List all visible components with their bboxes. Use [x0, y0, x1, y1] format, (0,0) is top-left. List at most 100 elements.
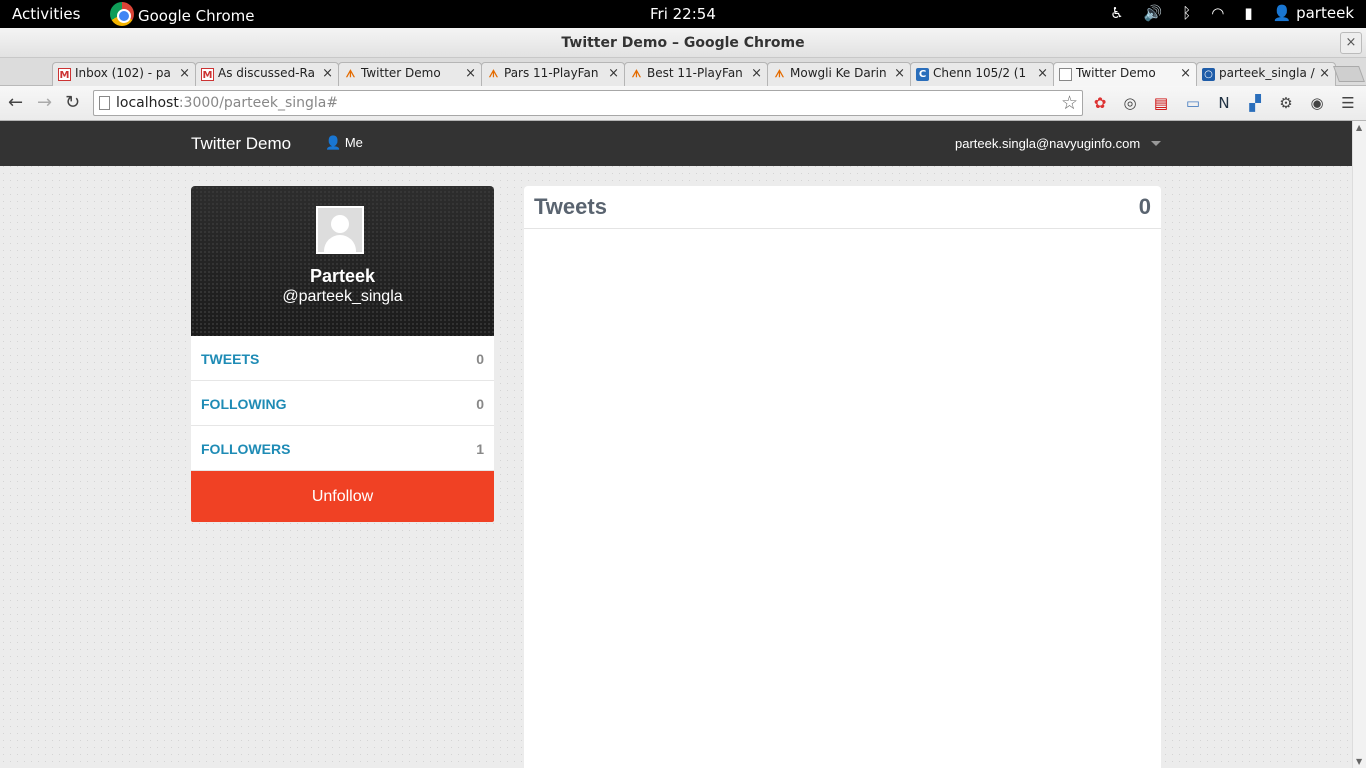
tab-1[interactable]: M Inbox (102) - pa × [52, 62, 196, 86]
playfantasy-icon: ᗑ [631, 69, 642, 80]
stat-following[interactable]: FOLLOWING 0 [191, 381, 494, 426]
page-viewport: Twitter Demo 👤 Me parteek.singla@navyugi… [0, 121, 1352, 776]
tab-label: Pars 11-PlayFan [504, 66, 599, 80]
tweets-panel-header: Tweets 0 [524, 186, 1161, 229]
tab-4[interactable]: ᗑ Pars 11-PlayFan × [481, 62, 625, 86]
chrome-menu-icon[interactable]: ☰ [1338, 93, 1358, 113]
window-title-bar: Twitter Demo – Google Chrome × [0, 28, 1366, 58]
chrome-icon [110, 2, 134, 26]
tab-9[interactable]: ○ parteek_singla / × [1196, 62, 1336, 86]
vertical-scrollbar[interactable]: ▲ ▼ [1352, 121, 1366, 768]
film-extension-icon[interactable]: ◎ [1120, 93, 1140, 113]
close-tab-icon[interactable]: × [322, 66, 333, 81]
url-host: localhost [116, 95, 179, 111]
address-bar[interactable]: localhost:3000/parteek_singla# ☆ [93, 90, 1083, 116]
stat-label: FOLLOWING [201, 396, 287, 412]
profile-name: Parteek [309, 266, 376, 286]
tab-label: Best 11-PlayFan [647, 66, 743, 80]
profile-handle: @parteek_singla [282, 288, 403, 305]
system-top-bar: Activities Google Chrome Fri 22:54 ♿ 🔊 ᛒ… [0, 0, 1366, 28]
tab-7[interactable]: C Chenn 105/2 (1 × [910, 62, 1054, 86]
browser-toolbar: ← → ↻ localhost:3000/parteek_singla# ☆ ✿… [0, 86, 1366, 121]
tab-label: Mowgli Ke Darin [790, 66, 887, 80]
tab-2[interactable]: M As discussed-Ra × [195, 62, 339, 86]
gmail-icon: M [201, 68, 214, 81]
battery-icon[interactable]: ▮ [1244, 4, 1252, 22]
window-title: Twitter Demo – Google Chrome [561, 35, 805, 51]
stat-tweets[interactable]: TWEETS 0 [191, 336, 494, 381]
avatar[interactable] [316, 206, 364, 254]
close-tab-icon[interactable]: × [751, 66, 762, 81]
screenshot-extension-icon[interactable]: ▭ [1183, 93, 1203, 113]
wifi-icon[interactable]: ◠ [1211, 4, 1224, 22]
forward-icon[interactable]: → [37, 92, 52, 113]
tweets-heading: Tweets [534, 194, 607, 219]
playfantasy-icon: ᗑ [774, 69, 785, 80]
scroll-up-icon[interactable]: ▲ [1356, 123, 1362, 132]
close-tab-icon[interactable]: × [465, 66, 476, 81]
activities-button[interactable]: Activities [12, 5, 80, 23]
tab-label: parteek_singla / [1219, 66, 1315, 80]
stat-followers[interactable]: FOLLOWERS 1 [191, 426, 494, 471]
site-icon: ○ [1202, 68, 1215, 81]
brand-link[interactable]: Twitter Demo [191, 134, 291, 154]
stat-count: 0 [476, 396, 484, 412]
tweets-panel: Tweets 0 [524, 186, 1161, 776]
stat-count: 1 [476, 441, 484, 457]
scroll-down-icon[interactable]: ▼ [1356, 757, 1362, 766]
tab-6[interactable]: ᗑ Mowgli Ke Darin × [767, 62, 911, 86]
stat-label: FOLLOWERS [201, 441, 291, 457]
tab-label: Twitter Demo [361, 66, 441, 80]
profile-header: Parteek @parteek_singla [191, 186, 494, 336]
chevron-down-icon[interactable] [1151, 141, 1161, 146]
accessibility-icon[interactable]: ♿ [1110, 4, 1123, 22]
user-dropdown[interactable]: parteek.singla@navyuginfo.com [955, 136, 1140, 151]
tab-label: Twitter Demo [1076, 66, 1156, 80]
delicious-extension-icon[interactable]: ▞ [1245, 93, 1265, 113]
color-picker-extension-icon[interactable]: ✿ [1090, 93, 1110, 113]
volume-icon[interactable]: 🔊 [1144, 4, 1163, 22]
tab-label: As discussed-Ra [218, 66, 315, 80]
gmail-icon: M [58, 68, 71, 81]
tab-3[interactable]: ᗑ Twitter Demo × [338, 62, 482, 86]
new-tab-button[interactable] [1333, 66, 1365, 82]
url-path: :3000/parteek_singla# [178, 95, 339, 111]
close-tab-icon[interactable]: × [894, 66, 905, 81]
nav-me-link[interactable]: 👤 Me [325, 135, 363, 151]
unfollow-button[interactable]: Unfollow [191, 471, 494, 522]
page-info-icon[interactable] [99, 96, 110, 110]
incognito-mask-icon[interactable]: ◉ [1307, 93, 1327, 113]
app-menu[interactable]: Google Chrome [110, 2, 255, 26]
bluetooth-icon[interactable]: ᛒ [1182, 4, 1191, 22]
app-name: Google Chrome [138, 6, 255, 25]
notes-extension-icon[interactable]: N [1214, 93, 1234, 113]
page-icon [1059, 68, 1072, 81]
user-name: parteek [1296, 4, 1354, 22]
playfantasy-icon: ᗑ [488, 69, 499, 80]
stat-count: 0 [476, 351, 484, 367]
user-icon: 👤 [1272, 4, 1292, 22]
window-close-button[interactable]: × [1340, 32, 1362, 54]
tweets-count: 0 [1138, 194, 1151, 219]
close-tab-icon[interactable]: × [1037, 66, 1048, 81]
clock[interactable]: Fri 22:54 [650, 5, 716, 23]
reload-icon[interactable]: ↻ [65, 92, 80, 113]
settings-gear-icon[interactable]: ⚙ [1276, 93, 1296, 113]
cricket-icon: C [916, 68, 929, 81]
user-menu[interactable]: 👤 parteek [1273, 4, 1354, 22]
tab-label: Inbox (102) - pa [75, 66, 171, 80]
tab-strip: M Inbox (102) - pa × M As discussed-Ra ×… [0, 58, 1366, 142]
close-tab-icon[interactable]: × [1319, 66, 1330, 81]
tab-label: Chenn 105/2 (1 [933, 66, 1027, 80]
profile-card: Parteek @parteek_singla TWEETS 0 FOLLOWI… [191, 186, 494, 522]
tab-8-active[interactable]: Twitter Demo × [1053, 62, 1197, 86]
stat-label: TWEETS [201, 351, 260, 367]
close-tab-icon[interactable]: × [608, 66, 619, 81]
print-extension-icon[interactable]: ▤ [1151, 93, 1171, 113]
back-icon[interactable]: ← [8, 92, 23, 113]
tab-5[interactable]: ᗑ Best 11-PlayFan × [624, 62, 768, 86]
close-tab-icon[interactable]: × [179, 66, 190, 81]
close-tab-icon[interactable]: × [1180, 66, 1191, 81]
bookmark-star-icon[interactable]: ☆ [1061, 92, 1078, 114]
playfantasy-icon: ᗑ [345, 69, 356, 80]
